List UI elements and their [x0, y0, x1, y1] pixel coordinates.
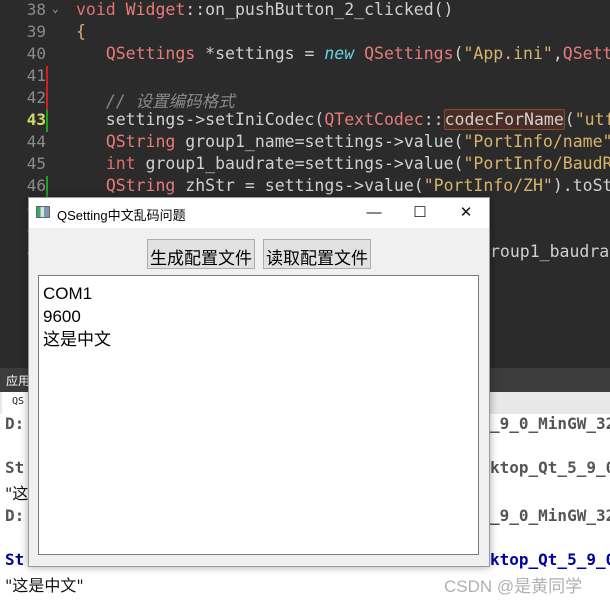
qt-dialog-window: QSetting中文乱码问题 — ☐ ✕ 生成配置文件 读取配置文件 COM1 … [28, 197, 490, 567]
code-line[interactable]: settings->setIniCodec(QTextCodec::codecF… [76, 109, 610, 130]
read-config-button[interactable]: 读取配置文件 [263, 239, 371, 269]
line-number: 40 [26, 44, 46, 63]
close-button[interactable]: ✕ [443, 198, 489, 228]
line-number: 46 [26, 176, 46, 195]
watermark: CSDN @是黄同学 [444, 577, 583, 596]
change-marker [46, 88, 48, 110]
code-line[interactable]: // 设置编码格式 [76, 88, 235, 112]
code-line[interactable]: QString zhStr = settings->value("PortInf… [76, 176, 610, 195]
code-line[interactable]: void Widget::on_pushButton_2_clicked() [76, 0, 454, 19]
output-text-area[interactable]: COM1 9600 这是中文 [38, 275, 479, 555]
line-number: 42 [26, 88, 46, 107]
code-line[interactable]: QSettings *settings = new QSettings("App… [76, 44, 610, 63]
line-number: 41 [26, 66, 46, 85]
output-line-fragment: _9_0_MinGW_32 [490, 414, 610, 433]
line-number: 39 [26, 22, 46, 41]
change-marker [46, 66, 48, 88]
line-number: 45 [26, 154, 46, 173]
output-line: D: [5, 414, 25, 433]
text-line: 9600 [43, 307, 81, 326]
code-line[interactable]: { [76, 22, 86, 41]
output-line: St [5, 550, 25, 569]
title-bar[interactable]: QSetting中文乱码问题 — ☐ ✕ [29, 198, 489, 228]
text-line: 这是中文 [43, 330, 111, 349]
code-line[interactable]: int group1_baudrate=settings->value("Por… [76, 154, 610, 173]
code-line[interactable]: QString group1_name=settings->value("Por… [76, 132, 610, 151]
line-number: 38 [26, 0, 46, 19]
change-marker [46, 176, 48, 198]
fold-chevron-icon[interactable]: ⌄ [52, 2, 59, 15]
line-number: 43 [26, 110, 46, 129]
text-line: COM1 [43, 284, 93, 303]
output-line: "这 [5, 484, 29, 503]
output-line-fragment: ktop_Qt_5_9_0 [490, 550, 610, 569]
minimize-button[interactable]: — [351, 198, 397, 228]
maximize-button[interactable]: ☐ [397, 198, 443, 228]
output-line-fragment: _9_0_MinGW_32 [490, 506, 610, 525]
line-number: 44 [26, 132, 46, 151]
app-icon [36, 206, 50, 218]
output-pane-label: 应用 [6, 374, 31, 388]
window-title: QSetting中文乱码问题 [57, 208, 186, 223]
output-line: "这是中文" [5, 576, 84, 595]
change-marker [46, 110, 48, 132]
output-line: St [5, 458, 25, 477]
code-line[interactable]: roup1_baudrat [490, 242, 610, 261]
output-line: D: [5, 506, 25, 525]
generate-config-button[interactable]: 生成配置文件 [147, 239, 255, 269]
output-line-fragment: ktop_Qt_5_9_0 [490, 458, 610, 477]
